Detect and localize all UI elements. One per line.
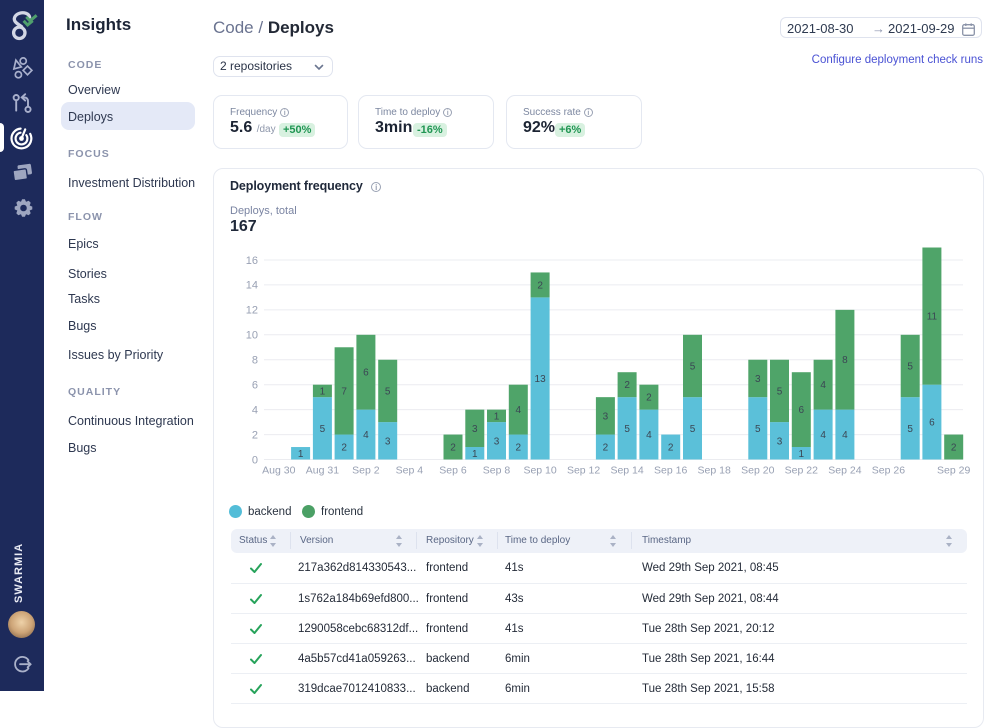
svg-text:5: 5	[624, 424, 630, 435]
svg-text:16: 16	[246, 255, 258, 267]
svg-text:4: 4	[646, 430, 652, 441]
svg-text:Sep 12: Sep 12	[567, 465, 600, 477]
svg-text:5: 5	[907, 362, 913, 373]
svg-text:2: 2	[668, 443, 674, 454]
svg-text:3: 3	[472, 424, 478, 435]
svg-text:7: 7	[341, 386, 347, 397]
svg-text:6: 6	[929, 418, 935, 429]
svg-text:Sep 24: Sep 24	[828, 465, 861, 477]
svg-text:12: 12	[246, 305, 258, 317]
svg-text:14: 14	[246, 280, 258, 292]
svg-text:2: 2	[624, 380, 630, 391]
svg-text:1: 1	[320, 386, 326, 397]
svg-text:1: 1	[298, 449, 304, 460]
svg-text:3: 3	[777, 436, 783, 447]
svg-text:4: 4	[842, 430, 848, 441]
svg-text:1: 1	[472, 449, 478, 460]
svg-text:Sep 6: Sep 6	[439, 465, 467, 477]
svg-text:4: 4	[516, 405, 522, 416]
svg-text:3: 3	[494, 436, 500, 447]
svg-text:3: 3	[603, 411, 609, 422]
svg-text:10: 10	[246, 330, 258, 342]
svg-text:2: 2	[252, 429, 258, 441]
svg-text:8: 8	[842, 355, 848, 366]
svg-text:5: 5	[907, 424, 913, 435]
svg-text:2: 2	[341, 443, 347, 454]
svg-text:Sep 4: Sep 4	[396, 465, 424, 477]
svg-text:6: 6	[252, 380, 258, 392]
svg-text:13: 13	[535, 374, 547, 385]
svg-text:4: 4	[820, 430, 826, 441]
svg-text:4: 4	[820, 380, 826, 391]
svg-text:5: 5	[777, 386, 783, 397]
svg-text:2: 2	[951, 443, 957, 454]
svg-text:8: 8	[252, 355, 258, 367]
svg-text:Sep 22: Sep 22	[785, 465, 818, 477]
svg-text:Aug 31: Aug 31	[306, 465, 339, 477]
svg-text:5: 5	[755, 424, 761, 435]
svg-text:11: 11	[927, 312, 938, 323]
svg-text:Sep 8: Sep 8	[483, 465, 511, 477]
svg-text:3: 3	[385, 436, 391, 447]
svg-text:3: 3	[755, 374, 761, 385]
svg-text:4: 4	[252, 404, 258, 416]
svg-text:Aug 30: Aug 30	[262, 465, 295, 477]
svg-text:Sep 26: Sep 26	[872, 465, 905, 477]
svg-text:0: 0	[252, 454, 258, 466]
svg-text:1: 1	[494, 411, 500, 422]
svg-text:Sep 20: Sep 20	[741, 465, 774, 477]
svg-text:2: 2	[603, 443, 609, 454]
svg-text:Sep 29: Sep 29	[937, 465, 970, 477]
svg-text:Sep 14: Sep 14	[610, 465, 643, 477]
svg-text:2: 2	[450, 443, 456, 454]
svg-text:Sep 2: Sep 2	[352, 465, 380, 477]
svg-text:2: 2	[537, 280, 543, 291]
svg-text:5: 5	[690, 424, 696, 435]
svg-text:Sep 10: Sep 10	[523, 465, 556, 477]
svg-text:6: 6	[363, 368, 369, 379]
svg-text:Sep 18: Sep 18	[698, 465, 731, 477]
svg-text:5: 5	[320, 424, 326, 435]
svg-text:5: 5	[690, 362, 696, 373]
svg-text:2: 2	[646, 393, 652, 404]
svg-text:6: 6	[799, 405, 805, 416]
svg-text:5: 5	[385, 386, 391, 397]
svg-text:2: 2	[516, 443, 522, 454]
svg-text:1: 1	[799, 449, 805, 460]
svg-text:4: 4	[363, 430, 369, 441]
svg-text:Sep 16: Sep 16	[654, 465, 687, 477]
